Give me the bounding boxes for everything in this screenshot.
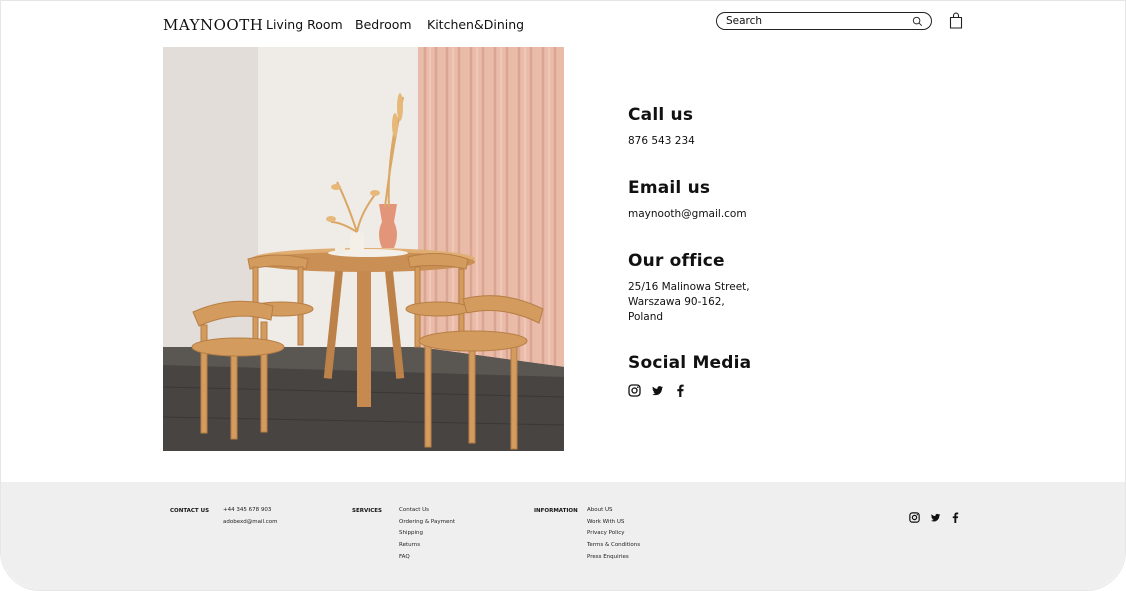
instagram-icon[interactable] bbox=[909, 508, 920, 523]
footer-services-heading: SERVICES bbox=[352, 508, 383, 514]
footer-contact-heading: CONTACT US bbox=[170, 508, 210, 514]
twitter-icon[interactable] bbox=[651, 382, 664, 396]
email-address[interactable]: maynooth@gmail.com bbox=[628, 207, 747, 222]
facebook-icon[interactable] bbox=[674, 382, 687, 397]
footer-link-privacy-policy[interactable]: Privacy Policy bbox=[587, 528, 640, 540]
our-office-heading: Our office bbox=[628, 251, 725, 271]
facebook-icon[interactable] bbox=[950, 508, 961, 523]
search-input[interactable] bbox=[726, 14, 906, 28]
email-us-heading: Email us bbox=[628, 178, 711, 198]
nav-bedroom[interactable]: Bedroom bbox=[355, 17, 412, 32]
site-footer: CONTACT US +44 345 678 903 adobexd@mail.… bbox=[1, 482, 1125, 590]
footer-link-faq[interactable]: FAQ bbox=[399, 552, 455, 564]
dining-room-image bbox=[163, 47, 564, 451]
footer-link-work-with-us[interactable]: Work With US bbox=[587, 517, 640, 529]
nav-living-room[interactable]: Living Room bbox=[266, 17, 343, 32]
footer-link-shipping[interactable]: Shipping bbox=[399, 528, 455, 540]
footer-link-contact-us[interactable]: Contact Us bbox=[399, 505, 455, 517]
footer-link-terms-conditions[interactable]: Terms & Conditions bbox=[587, 540, 640, 552]
footer-information-links: About US Work With US Privacy Policy Ter… bbox=[587, 505, 640, 564]
nav-kitchen-dining[interactable]: Kitchen&Dining bbox=[427, 17, 524, 32]
search-icon[interactable] bbox=[912, 16, 923, 27]
search-box bbox=[716, 12, 932, 30]
office-address-line-3: Poland bbox=[628, 311, 664, 323]
footer-contact-details: +44 345 678 903 adobexd@mail.com bbox=[223, 505, 278, 528]
footer-information-heading: INFORMATION bbox=[534, 508, 578, 514]
instagram-icon[interactable] bbox=[628, 382, 641, 397]
footer-link-press-enquiries[interactable]: Press Enquiries bbox=[587, 552, 640, 564]
call-us-heading: Call us bbox=[628, 105, 694, 125]
social-media-heading: Social Media bbox=[628, 353, 752, 373]
footer-link-about-us[interactable]: About US bbox=[587, 505, 640, 517]
footer-email[interactable]: adobexd@mail.com bbox=[223, 517, 278, 529]
phone-number[interactable]: 876 543 234 bbox=[628, 134, 695, 149]
footer-link-returns[interactable]: Returns bbox=[399, 540, 455, 552]
site-logo[interactable]: MAYNOOTH bbox=[163, 16, 263, 34]
dining-set-photo bbox=[163, 47, 564, 451]
twitter-icon[interactable] bbox=[930, 508, 941, 522]
shopping-bag-icon[interactable] bbox=[949, 12, 963, 29]
footer-services-links: Contact Us Ordering & Payment Shipping R… bbox=[399, 505, 455, 564]
office-address-line-2: Warszawa 90-162, bbox=[628, 296, 725, 308]
office-address-line-1: 25/16 Malinowa Street, bbox=[628, 281, 750, 293]
footer-phone[interactable]: +44 345 678 903 bbox=[223, 505, 278, 517]
site-header: MAYNOOTH Living Room Bedroom Kitchen&Din… bbox=[0, 0, 1126, 47]
footer-link-ordering-payment[interactable]: Ordering & Payment bbox=[399, 517, 455, 529]
